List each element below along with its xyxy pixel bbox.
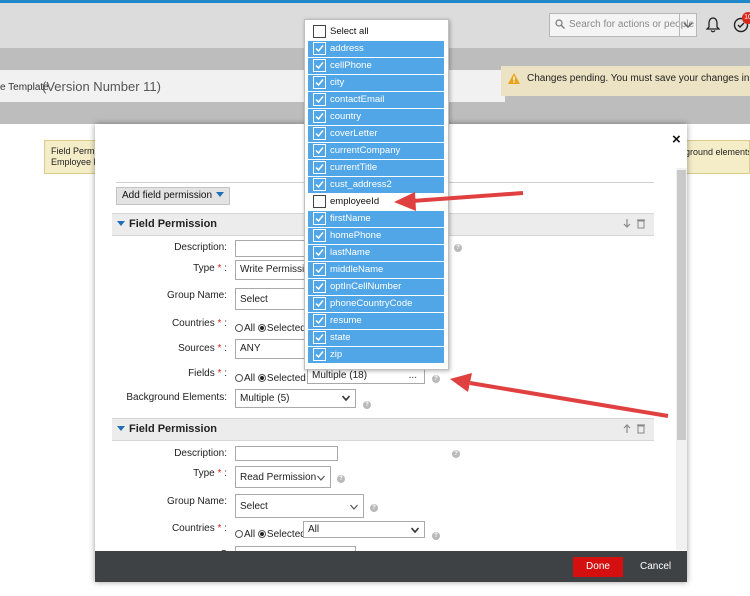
arrow-to-fields bbox=[450, 373, 669, 418]
annotation-arrows bbox=[394, 191, 669, 418]
arrow-to-employeeid bbox=[394, 191, 524, 211]
